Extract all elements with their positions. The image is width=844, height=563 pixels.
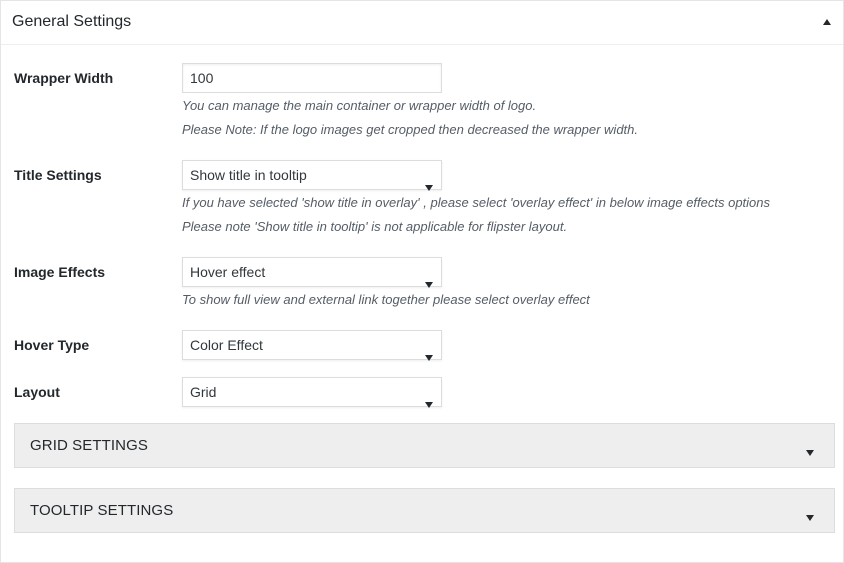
grid-settings-accordion[interactable]: GRID SETTINGS	[14, 423, 835, 468]
layout-label: Layout	[14, 384, 60, 400]
title-settings-description: If you have selected 'show title in over…	[182, 195, 771, 210]
layout-value: Grid	[190, 384, 217, 400]
panel-title: General Settings	[12, 13, 132, 30]
title-settings-label: Title Settings	[14, 167, 102, 183]
tooltip-settings-accordion[interactable]: TOOLTIP SETTINGS	[14, 488, 835, 533]
wrapper-width-note: Please Note: If the logo images get crop…	[182, 122, 639, 137]
chevron-down-icon	[425, 269, 433, 288]
hover-type-value: Color Effect	[190, 337, 263, 353]
chevron-down-icon	[425, 342, 433, 361]
panel-header[interactable]: General Settings	[1, 1, 843, 45]
wrapper-width-label: Wrapper Width	[14, 70, 114, 86]
image-effects-select[interactable]: Hover effect	[182, 257, 442, 288]
image-effects-value: Hover effect	[190, 264, 266, 280]
triangle-down-icon	[806, 443, 814, 456]
triangle-up-icon[interactable]	[821, 15, 833, 27]
image-effects-label: Image Effects	[14, 264, 106, 280]
hover-type-label: Hover Type	[14, 337, 90, 353]
tooltip-settings-title: TOOLTIP SETTINGS	[30, 502, 174, 519]
chevron-down-icon	[425, 389, 433, 408]
layout-select[interactable]: Grid	[182, 377, 442, 408]
image-effects-description: To show full view and external link toge…	[182, 292, 590, 307]
title-settings-note: Please note 'Show title in tooltip' is n…	[182, 219, 568, 234]
wrapper-width-input[interactable]: 100	[182, 63, 442, 93]
general-settings-panel: General Settings Wrapper Width 100 You c…	[0, 0, 844, 563]
title-settings-select[interactable]: Show title in tooltip	[182, 160, 442, 191]
triangle-down-icon	[806, 508, 814, 521]
wrapper-width-description: You can manage the main container or wra…	[182, 98, 537, 113]
hover-type-select[interactable]: Color Effect	[182, 330, 442, 361]
grid-settings-title: GRID SETTINGS	[30, 437, 148, 454]
chevron-down-icon	[425, 172, 433, 191]
title-settings-value: Show title in tooltip	[190, 167, 307, 183]
